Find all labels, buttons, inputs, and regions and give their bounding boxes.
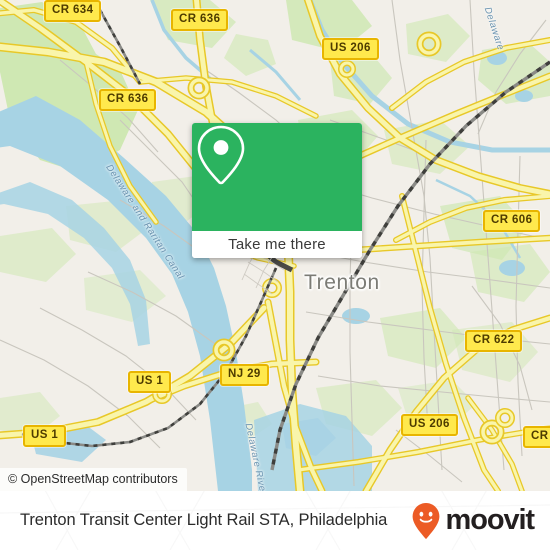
moovit-brand[interactable]: moovit bbox=[411, 491, 536, 550]
moovit-smiling-pin-icon bbox=[412, 502, 439, 539]
road-shield-cr-636-west[interactable]: CR 636 bbox=[99, 89, 157, 111]
road-shield-cr-622[interactable]: CR 622 bbox=[465, 330, 523, 352]
take-me-there-button[interactable]: Take me there bbox=[192, 231, 362, 258]
road-shield-cr-634[interactable]: CR 634 bbox=[44, 0, 102, 22]
road-shield-cr-606[interactable]: CR 606 bbox=[483, 210, 541, 232]
map-screenshot: Delaware and Raritan Canal Delaware Dela… bbox=[0, 0, 550, 550]
place-label-trenton: Trenton bbox=[304, 271, 380, 294]
road-shield-us-206-south[interactable]: US 206 bbox=[401, 414, 458, 436]
road-shield-us-1-north[interactable]: US 1 bbox=[128, 371, 172, 393]
footer-bar: Trenton Transit Center Light Rail STA, P… bbox=[0, 491, 550, 550]
road-shield-us-206-north[interactable]: US 206 bbox=[322, 38, 379, 60]
map-canvas[interactable]: Delaware and Raritan Canal Delaware Dela… bbox=[0, 0, 550, 491]
road-shield-nj-29[interactable]: NJ 29 bbox=[220, 364, 269, 386]
take-me-there-card[interactable]: Take me there bbox=[192, 123, 362, 258]
location-title: Trenton Transit Center Light Rail STA, P… bbox=[20, 511, 388, 529]
card-image-area bbox=[192, 123, 362, 231]
road-shield-cr-636-north[interactable]: CR 636 bbox=[171, 9, 229, 31]
road-shield-cr-6-edge[interactable]: CR 6 bbox=[523, 426, 550, 448]
osm-attribution[interactable]: © OpenStreetMap contributors bbox=[0, 468, 187, 491]
moovit-wordmark: moovit bbox=[445, 504, 536, 536]
road-shield-us-1-west[interactable]: US 1 bbox=[23, 425, 67, 447]
map-pin-icon bbox=[197, 125, 245, 185]
